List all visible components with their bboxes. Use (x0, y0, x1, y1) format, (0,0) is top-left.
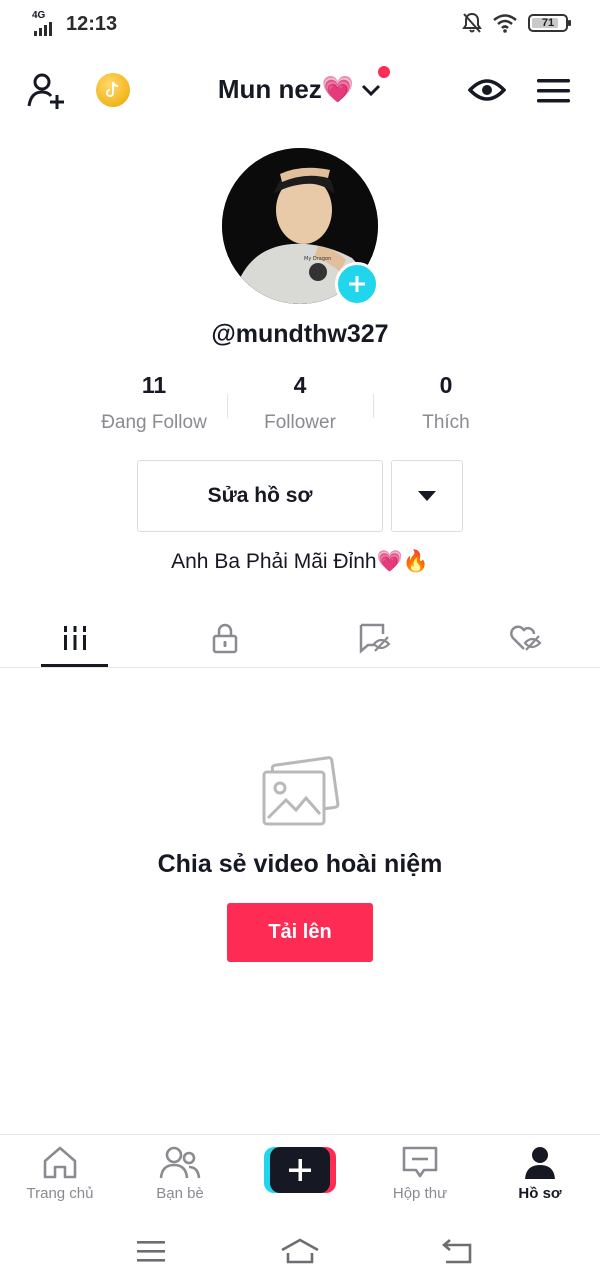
content-tabs (0, 608, 600, 668)
friends-icon (159, 1146, 201, 1179)
stat-following[interactable]: 11 Đang Follow (74, 372, 234, 434)
tab-active-indicator (41, 664, 108, 667)
svg-text:My Dragon: My Dragon (304, 256, 331, 262)
account-switcher[interactable]: Mun nez💗 (217, 66, 391, 105)
tag-hidden-icon (359, 623, 391, 654)
profile-bio: Anh Ba Phải Mãi Đỉnh💗🔥 (171, 550, 429, 573)
nav-home[interactable]: Trang chủ (0, 1135, 120, 1219)
profile-icon (525, 1147, 555, 1179)
lock-icon (212, 623, 238, 653)
photo-icon (262, 756, 340, 826)
edit-profile-button[interactable]: Sửa hồ sơ (137, 460, 383, 532)
plus-icon (289, 1159, 311, 1181)
notification-dot (378, 66, 391, 78)
recent-apps-icon[interactable] (133, 1236, 169, 1266)
tab-private[interactable] (150, 608, 300, 667)
profile-avatar[interactable]: My Dragon (222, 148, 379, 306)
network-type: 4G (32, 10, 46, 21)
bottom-navigation: Trang chủ Bạn bè Hộp thư Hồ sơ (0, 1134, 600, 1218)
add-avatar-button[interactable] (335, 262, 379, 306)
nav-inbox[interactable]: Hộp thư (360, 1135, 480, 1219)
empty-state-title: Chia sẻ video hoài niệm (157, 850, 443, 878)
battery-indicator: 71 (528, 14, 571, 32)
profile-stats: 11 Đang Follow 4 Follower 0 Thích (0, 372, 600, 442)
system-home-icon[interactable] (280, 1236, 320, 1266)
stat-value: 4 (293, 372, 307, 398)
tab-videos[interactable] (0, 608, 150, 667)
wifi-icon (493, 14, 517, 33)
plus-icon (349, 276, 365, 292)
stat-followers[interactable]: 4 Follower (220, 372, 380, 434)
nav-profile[interactable]: Hồ sơ (480, 1135, 600, 1219)
stat-value: 11 (141, 372, 167, 398)
stat-value: 0 (439, 372, 453, 398)
system-navigation (0, 1218, 600, 1287)
profile-header: Mun nez💗 (0, 60, 600, 120)
stat-label: Follower (264, 412, 336, 433)
stat-likes[interactable]: 0 Thích (366, 372, 526, 434)
tab-liked[interactable] (450, 608, 600, 667)
clock: 12:13 (66, 13, 118, 35)
caret-down-icon (418, 491, 436, 501)
username: @mundthw327 (211, 320, 389, 348)
nav-friends[interactable]: Bạn bè (120, 1135, 240, 1219)
chevron-down-icon (362, 84, 381, 96)
upload-button[interactable]: Tải lên (227, 903, 373, 962)
nav-label: Hộp thư (392, 1185, 448, 1202)
home-icon (43, 1146, 77, 1179)
heart-hidden-icon (510, 625, 542, 651)
bell-muted-icon (462, 12, 482, 33)
profile-display-name: Mun nez💗 (217, 74, 355, 104)
signal-icon (34, 22, 52, 36)
battery-percent: 71 (541, 17, 555, 29)
nav-label: Bạn bè (156, 1185, 204, 1202)
grid-icon (62, 625, 88, 650)
tab-tagged[interactable] (300, 608, 450, 667)
nav-label: Hồ sơ (518, 1185, 562, 1202)
create-icon (270, 1147, 330, 1193)
create-button[interactable] (264, 1147, 336, 1193)
inbox-icon (402, 1146, 438, 1178)
eye-icon[interactable] (468, 76, 506, 104)
nav-label: Trang chủ (26, 1185, 94, 1202)
status-bar: 4G 12:13 71 (0, 0, 600, 46)
menu-icon[interactable] (537, 78, 570, 104)
more-options-button[interactable] (391, 460, 463, 532)
back-icon[interactable] (440, 1236, 476, 1266)
stat-label: Thích (422, 412, 470, 433)
stat-label: Đang Follow (101, 412, 207, 433)
